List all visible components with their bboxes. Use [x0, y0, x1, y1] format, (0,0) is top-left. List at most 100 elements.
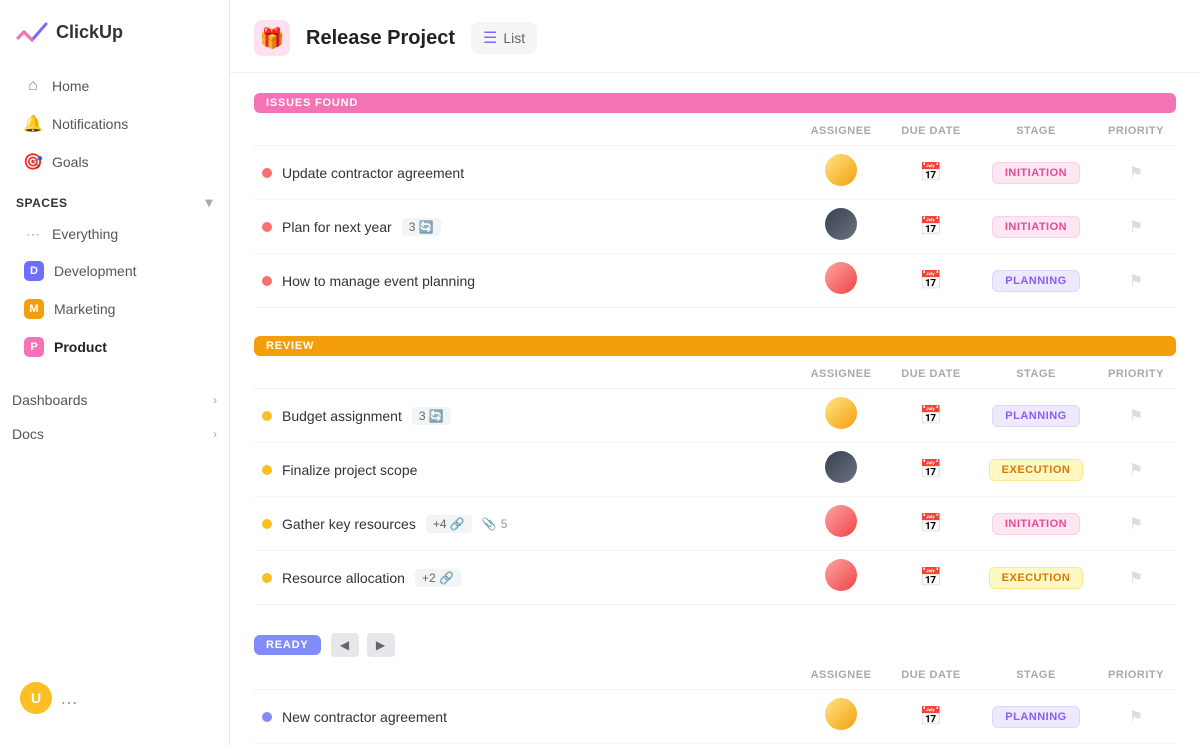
main-content: 🎁 Release Project ☰ List ISSUES FOUND AS… — [230, 0, 1200, 746]
stage-cell: PLANNING — [976, 254, 1096, 308]
flag-icon[interactable]: ⚑ — [1129, 516, 1143, 533]
flag-icon[interactable]: ⚑ — [1129, 570, 1143, 587]
duedate-cell: 📅 — [886, 200, 976, 254]
expand-button[interactable]: ▶ — [367, 633, 395, 657]
calendar-icon: 📅 — [920, 706, 942, 726]
th-duedate: DUE DATE — [886, 117, 976, 146]
flag-icon[interactable]: ⚑ — [1129, 709, 1143, 726]
sidebar-item-marketing[interactable]: M Marketing — [8, 291, 221, 327]
calendar-icon: 📅 — [920, 405, 942, 425]
priority-cell: ⚑ — [1096, 254, 1176, 308]
task-name: New contractor agreement — [282, 709, 447, 725]
sidebar-item-product[interactable]: P Product — [8, 329, 221, 365]
table-row[interactable]: Plan for next year 3 🔄 📅 INITIATION — [254, 200, 1176, 254]
stage-badge: PLANNING — [992, 706, 1079, 728]
task-count-badge: 3 🔄 — [412, 407, 451, 425]
duedate-cell: 📅 — [886, 146, 976, 200]
th-assignee: ASSIGNEE — [796, 360, 886, 389]
table-row[interactable]: New contractor agreement 📅 PLANNING — [254, 690, 1176, 744]
priority-cell: ⚑ — [1096, 497, 1176, 551]
issues-badge: ISSUES FOUND — [254, 93, 1176, 113]
table-row[interactable]: Gather key resources +4 🔗 📎5 📅 — [254, 497, 1176, 551]
nav-goals[interactable]: 🎯 Goals — [8, 144, 221, 180]
th-priority: PRIORITY — [1096, 661, 1176, 690]
task-name: Budget assignment — [282, 408, 402, 424]
calendar-icon: 📅 — [920, 513, 942, 533]
task-name: Finalize project scope — [282, 462, 417, 478]
th-stage: STAGE — [976, 661, 1096, 690]
priority-cell: ⚑ — [1096, 443, 1176, 497]
ready-header-row: ASSIGNEE DUE DATE STAGE PRIORITY — [254, 661, 1176, 690]
flag-icon[interactable]: ⚑ — [1129, 219, 1143, 236]
task-name: How to manage event planning — [282, 273, 475, 289]
task-dot — [262, 519, 272, 529]
stage-cell: EXECUTION — [976, 551, 1096, 605]
duedate-cell: 📅 — [886, 389, 976, 443]
assignee-cell — [796, 146, 886, 200]
sidebar-item-development[interactable]: D Development — [8, 253, 221, 289]
sidebar-item-development-label: Development — [54, 263, 137, 279]
avatar — [825, 154, 857, 186]
review-table: ASSIGNEE DUE DATE STAGE PRIORITY Budget … — [254, 360, 1176, 605]
avatar — [825, 451, 857, 483]
view-label: List — [503, 30, 525, 46]
development-dot: D — [24, 261, 44, 281]
table-row[interactable]: Budget assignment 3 🔄 📅 PLANNING — [254, 389, 1176, 443]
priority-cell: ⚑ — [1096, 389, 1176, 443]
table-row[interactable]: Update contractor agreement 📅 INITIATION — [254, 146, 1176, 200]
assignee-cell — [796, 200, 886, 254]
ready-badge: READY — [254, 635, 321, 655]
avatar: U — [20, 682, 52, 714]
avatar — [825, 397, 857, 429]
collapse-button[interactable]: ◀ — [331, 633, 359, 657]
flag-icon[interactable]: ⚑ — [1129, 408, 1143, 425]
table-row[interactable]: Resource allocation +2 🔗 📅 EXECUTION — [254, 551, 1176, 605]
th-assignee: ASSIGNEE — [796, 117, 886, 146]
calendar-icon: 📅 — [920, 162, 942, 182]
table-row[interactable]: How to manage event planning 📅 PLANNING — [254, 254, 1176, 308]
task-dot — [262, 573, 272, 583]
chevron-down-icon: ▾ — [205, 194, 213, 211]
list-icon: ☰ — [483, 28, 497, 48]
sidebar-item-everything[interactable]: ⋯ Everything — [8, 217, 221, 251]
stage-badge: EXECUTION — [989, 459, 1084, 481]
task-dot — [262, 712, 272, 722]
nav-notifications[interactable]: 🔔 Notifications — [8, 106, 221, 142]
bell-icon: 🔔 — [24, 115, 42, 133]
dashboards-label: Dashboards — [12, 392, 88, 408]
group-controls: ◀ ▶ — [331, 633, 395, 657]
review-header-row: ASSIGNEE DUE DATE STAGE PRIORITY — [254, 360, 1176, 389]
view-toggle-button[interactable]: ☰ List — [471, 22, 537, 54]
logo-text: ClickUp — [56, 22, 123, 43]
duedate-cell: 📅 — [886, 551, 976, 605]
task-name: Resource allocation — [282, 570, 405, 586]
main-header: 🎁 Release Project ☰ List — [230, 0, 1200, 73]
group-review: REVIEW ASSIGNEE DUE DATE STAGE PRIORITY — [254, 336, 1176, 605]
task-attach-count: 📎5 — [482, 517, 508, 531]
nav-dashboards[interactable]: Dashboards › — [0, 383, 229, 417]
th-stage: STAGE — [976, 117, 1096, 146]
issues-header-row: ASSIGNEE DUE DATE STAGE PRIORITY — [254, 117, 1176, 146]
nav-docs[interactable]: Docs › — [0, 417, 229, 451]
chevron-right-icon: › — [213, 427, 217, 441]
user-area[interactable]: U … — [8, 674, 221, 722]
flag-icon[interactable]: ⚑ — [1129, 273, 1143, 290]
calendar-icon: 📅 — [920, 216, 942, 236]
task-name: Update contractor agreement — [282, 165, 464, 181]
nav-home[interactable]: ⌂ Home — [8, 68, 221, 104]
project-icon: 🎁 — [254, 20, 290, 56]
spaces-header: Spaces ▾ — [0, 182, 229, 217]
th-priority: PRIORITY — [1096, 360, 1176, 389]
ready-table: ASSIGNEE DUE DATE STAGE PRIORITY New con… — [254, 661, 1176, 746]
sidebar-item-everything-label: Everything — [52, 226, 118, 242]
table-row[interactable]: Finalize project scope 📅 EXECUTION — [254, 443, 1176, 497]
flag-icon[interactable]: ⚑ — [1129, 165, 1143, 182]
task-dot — [262, 411, 272, 421]
assignee-cell — [796, 551, 886, 605]
task-name: Plan for next year — [282, 219, 392, 235]
marketing-dot: M — [24, 299, 44, 319]
flag-icon[interactable]: ⚑ — [1129, 462, 1143, 479]
assignee-cell — [796, 443, 886, 497]
sidebar: ClickUp ⌂ Home 🔔 Notifications 🎯 Goals S… — [0, 0, 230, 746]
duedate-cell: 📅 — [886, 254, 976, 308]
